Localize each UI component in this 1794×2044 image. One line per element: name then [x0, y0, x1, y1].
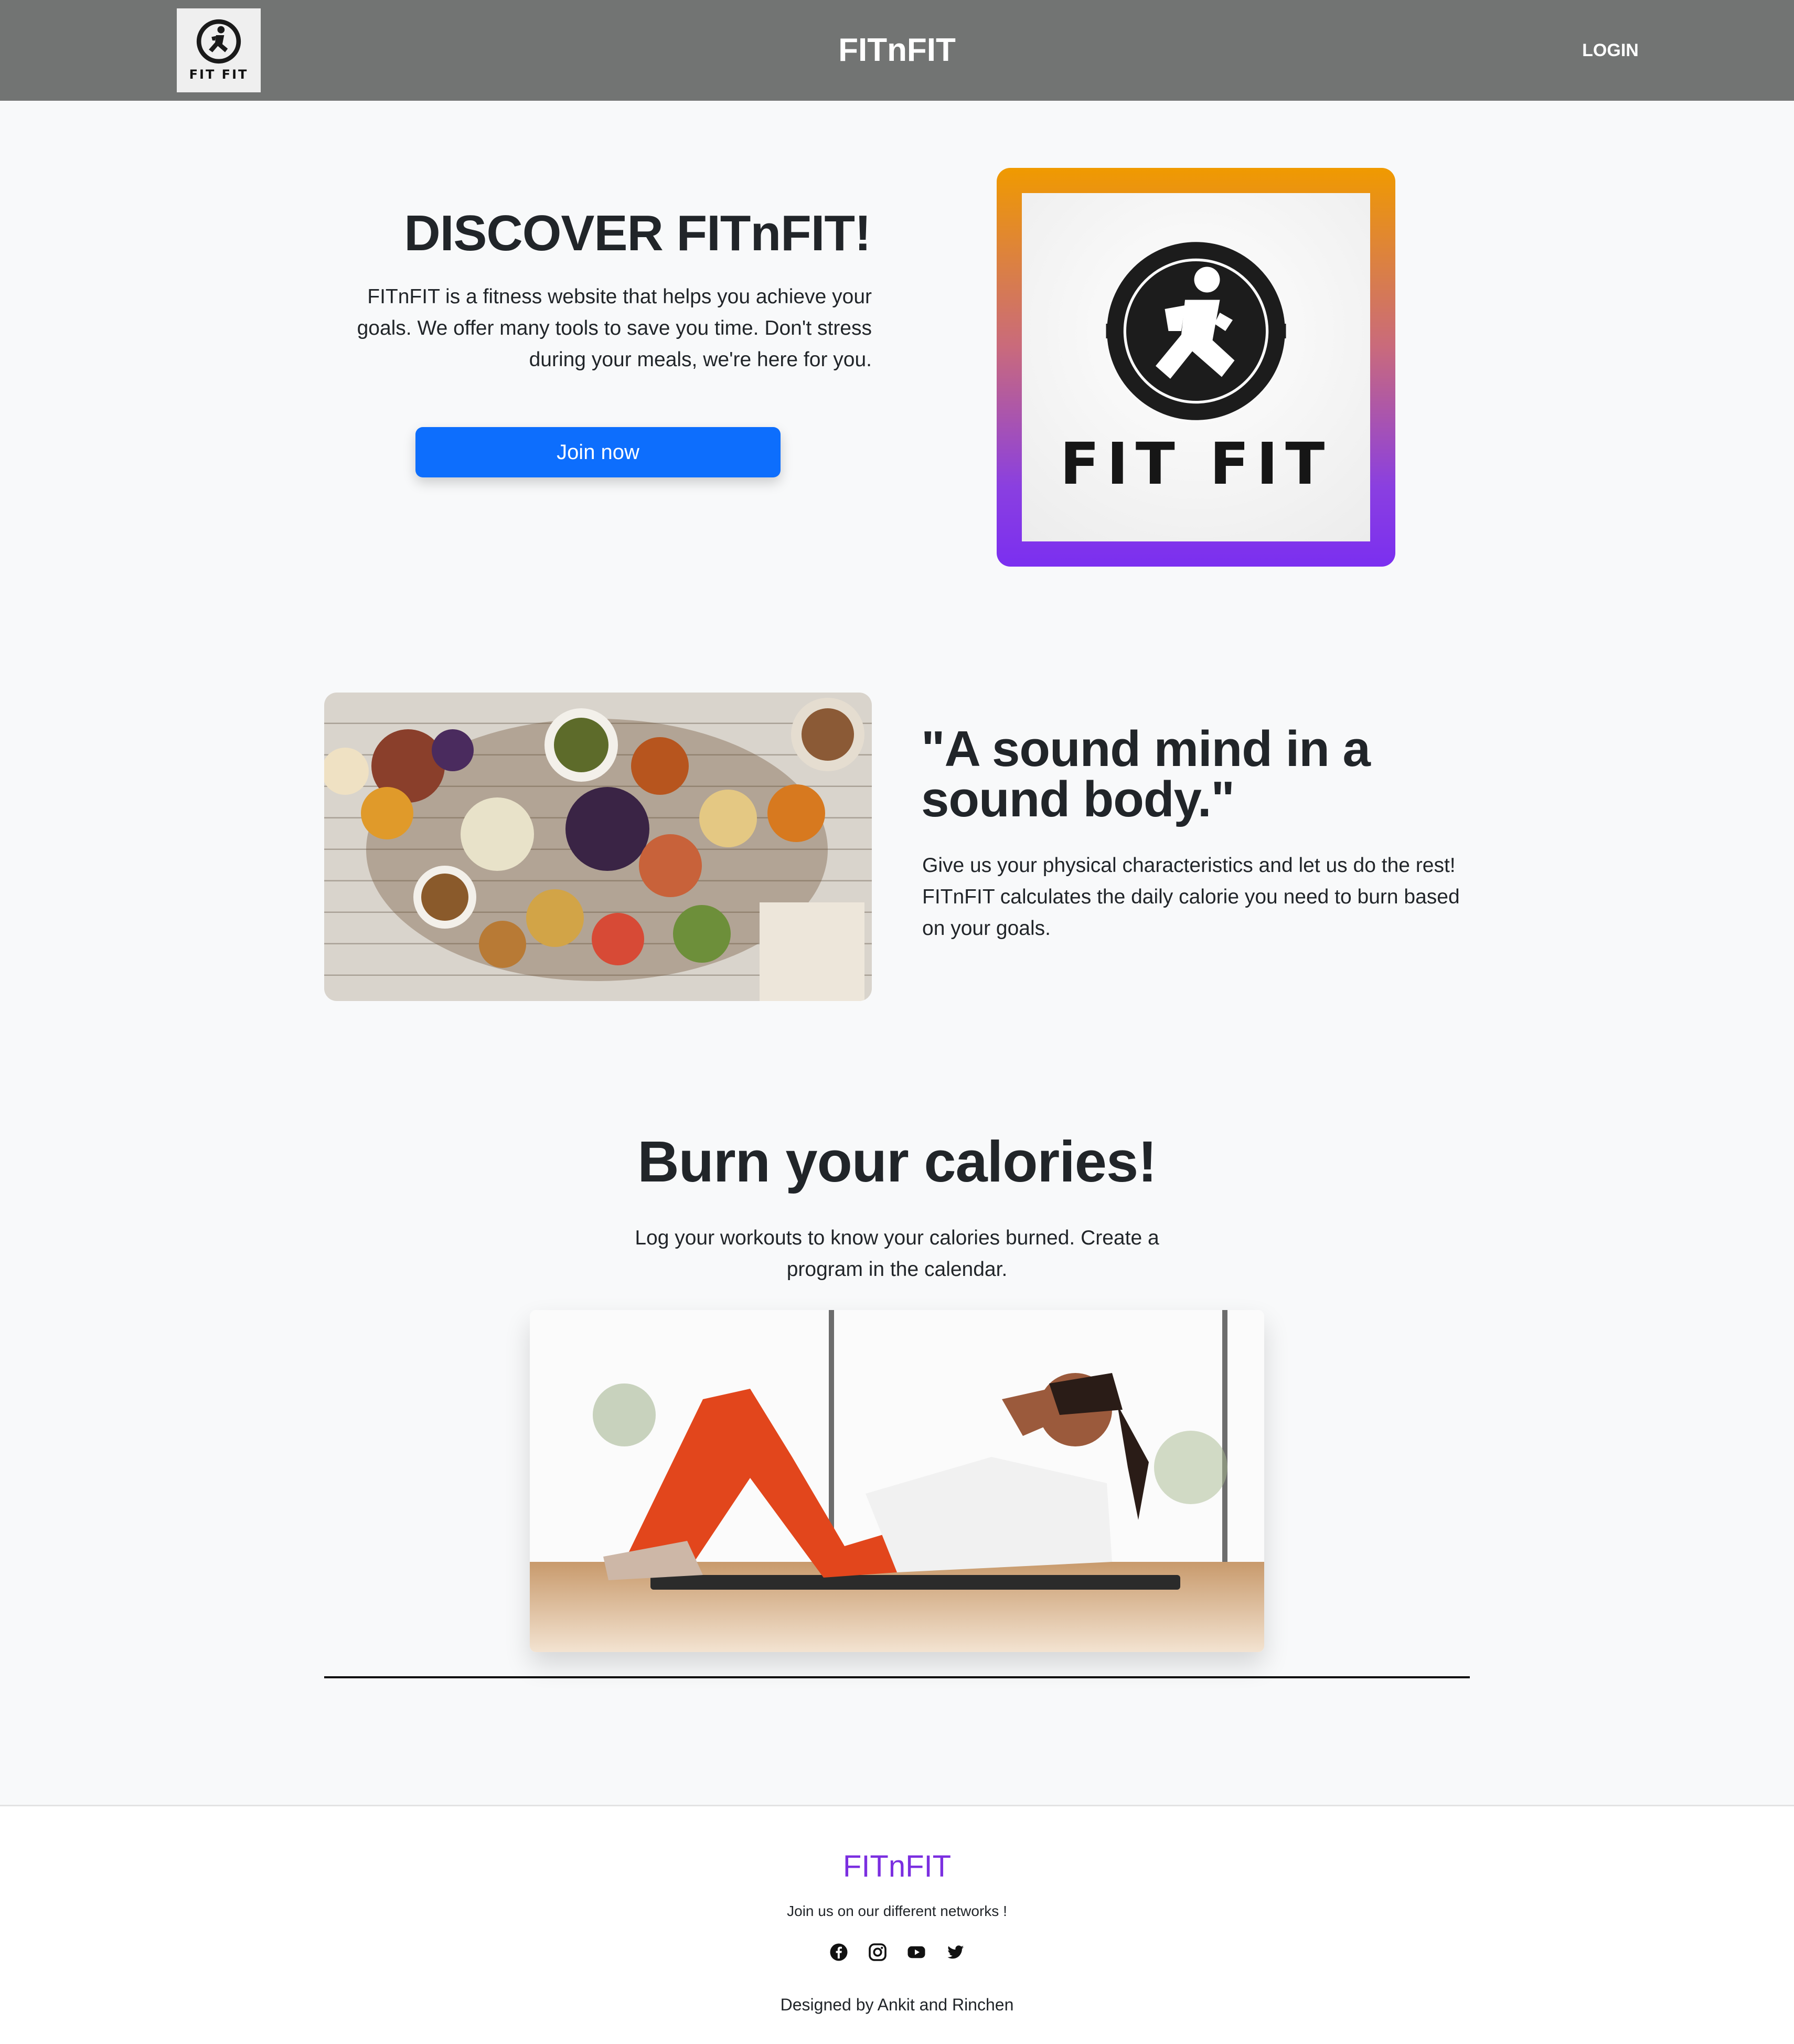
workout-illustration — [530, 1310, 1264, 1652]
navbar: FIT FIT FITnFIT LOGIN — [0, 0, 1794, 101]
youtube-icon[interactable] — [907, 1943, 926, 1962]
food-platter-illustration — [324, 693, 872, 1001]
facebook-icon[interactable] — [829, 1943, 848, 1962]
logo-text: FIT FIT — [189, 67, 249, 82]
hero-description: FITnFIT is a fitness website that helps … — [357, 285, 872, 371]
runner-emblem-icon — [196, 19, 241, 64]
hero-logo-text: FIT FIT — [1060, 430, 1332, 497]
site-logo[interactable]: FIT FIT — [177, 8, 261, 92]
hero-title: DISCOVER FITnFIT! — [404, 205, 871, 261]
hero-logo: FIT FIT — [1022, 193, 1370, 541]
footer-credit: Designed by Ankit and Rinchen — [780, 1995, 1014, 2014]
footer: FITnFIT Join us on our different network… — [0, 1805, 1794, 2044]
hero-logo-frame: FIT FIT — [997, 168, 1395, 567]
join-now-button[interactable]: Join now — [415, 427, 781, 477]
nav-brand[interactable]: FITnFIT — [792, 31, 1002, 69]
burn-title: Burn your calories! — [637, 1130, 1157, 1194]
runner-emblem-icon — [1106, 242, 1286, 420]
food-platter-image — [324, 693, 872, 1001]
quote-description: Give us your physical characteristics an… — [922, 854, 1460, 940]
login-link[interactable]: LOGIN — [1568, 38, 1652, 63]
burn-description: Log your workouts to know your calories … — [635, 1227, 1159, 1281]
instagram-icon[interactable] — [868, 1943, 887, 1962]
footer-brand: FITnFIT — [842, 1849, 952, 1883]
footer-networks-text: Join us on our different networks ! — [787, 1903, 1007, 1919]
section-divider — [324, 1676, 1470, 1678]
social-links — [818, 1943, 976, 1968]
twitter-icon[interactable] — [946, 1943, 965, 1962]
quote-title: "A sound mind in a sound body." — [921, 721, 1371, 827]
workout-image — [530, 1310, 1264, 1652]
